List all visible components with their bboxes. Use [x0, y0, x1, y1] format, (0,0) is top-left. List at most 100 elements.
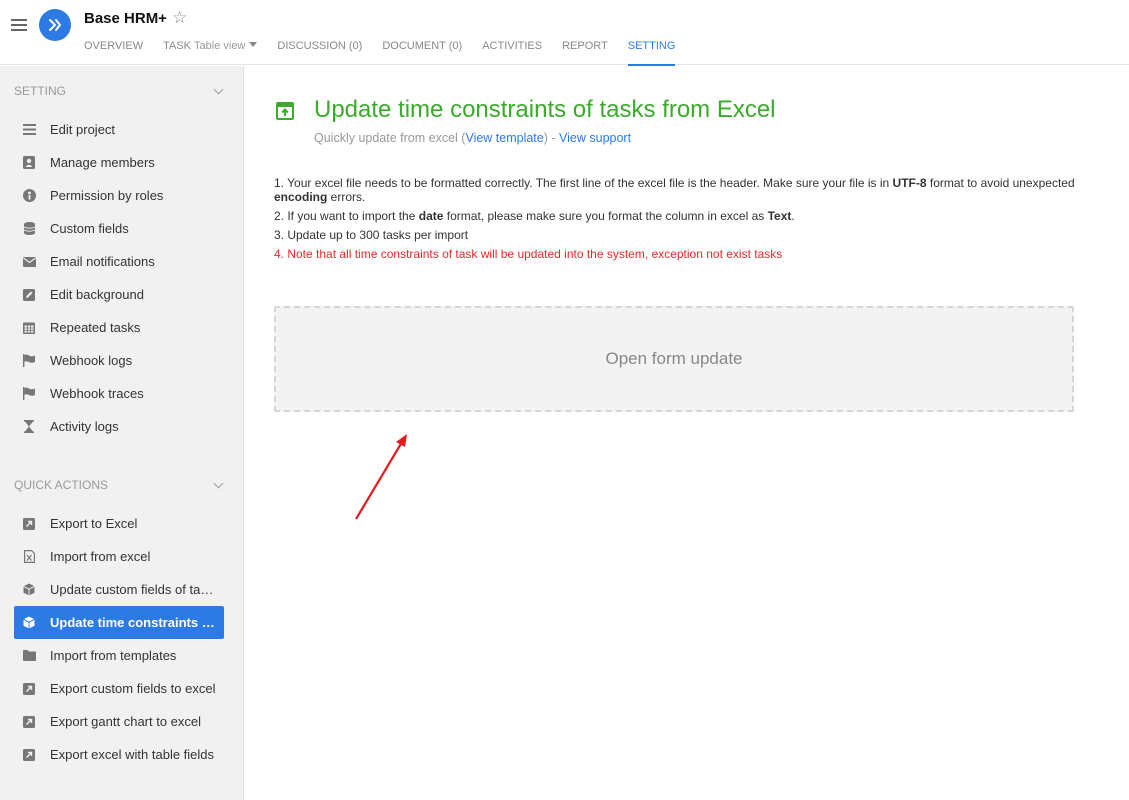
- tab-document[interactable]: DOCUMENT (0): [382, 40, 462, 65]
- page-title: Update time constraints of tasks from Ex…: [314, 96, 776, 123]
- sidebar-item-export-excel[interactable]: Export to Excel: [14, 507, 224, 540]
- external-link-icon: [22, 748, 36, 762]
- note-text: .: [791, 209, 795, 223]
- open-form-update-button[interactable]: Open form update: [274, 306, 1074, 412]
- edit-icon: [22, 288, 36, 302]
- note-2: 2. If you want to import the date format…: [274, 209, 1094, 223]
- menu-icon[interactable]: [11, 19, 27, 33]
- sidebar-item-label: Edit project: [50, 122, 116, 137]
- sidebar-item-webhook-logs[interactable]: Webhook logs: [14, 344, 224, 377]
- sidebar-item-repeated-tasks[interactable]: Repeated tasks: [14, 311, 224, 344]
- sidebar: SETTING Edit project Manage members Perm…: [0, 66, 244, 800]
- tab-label: REPORT: [562, 40, 608, 52]
- members-icon: [22, 156, 36, 170]
- note-bold: encoding: [274, 190, 328, 204]
- sidebar-item-label: Activity logs: [50, 419, 119, 434]
- sidebar-item-webhook-traces[interactable]: Webhook traces: [14, 377, 224, 410]
- note-bold: Text: [767, 209, 792, 223]
- setting-menu: Edit project Manage members Permission b…: [14, 113, 224, 443]
- excel-file-icon: [22, 550, 36, 564]
- section-title: SETTING: [14, 84, 67, 98]
- sidebar-item-label: Export custom fields to excel: [50, 681, 216, 696]
- main-content: Update time constraints of tasks from Ex…: [244, 66, 1129, 800]
- folder-icon: [22, 649, 36, 663]
- sidebar-item-export-gantt[interactable]: Export gantt chart to excel: [14, 705, 224, 738]
- sidebar-item-edit-project[interactable]: Edit project: [14, 113, 224, 146]
- external-link-icon: [22, 715, 36, 729]
- note-bold: UTF-8: [892, 176, 927, 190]
- caret-down-icon[interactable]: [249, 42, 258, 47]
- subtitle-text: Quickly update from excel (: [314, 131, 466, 145]
- subtitle-text: ) -: [543, 131, 560, 145]
- quick-actions-header[interactable]: QUICK ACTIONS: [14, 478, 226, 492]
- calendar-icon: [22, 321, 36, 335]
- sidebar-item-label: Export gantt chart to excel: [50, 714, 202, 729]
- hourglass-icon: [22, 420, 36, 434]
- sidebar-item-manage-members[interactable]: Manage members: [14, 146, 224, 179]
- page-subtitle: Quickly update from excel (View template…: [314, 131, 631, 145]
- sidebar-item-label: Export excel with table fields: [50, 747, 215, 762]
- tab-discussion[interactable]: DISCUSSION (0): [277, 40, 362, 65]
- note-4-warning: 4. Note that all time constraints of tas…: [274, 247, 783, 261]
- view-template-link[interactable]: View template: [465, 131, 543, 145]
- project-tabs: OVERVIEW TASK Table view DISCUSSION (0) D…: [84, 40, 695, 66]
- task-view-label: Table view: [194, 40, 246, 52]
- tab-setting[interactable]: SETTING: [627, 40, 676, 66]
- cube-icon: [22, 583, 36, 597]
- import-notes: 1. Your excel file needs to be formatted…: [274, 176, 1094, 266]
- sidebar-item-custom-fields[interactable]: Custom fields: [14, 212, 224, 245]
- sidebar-item-update-custom-fields[interactable]: Update custom fields of tasks: [14, 573, 224, 606]
- sidebar-item-label: Webhook logs: [50, 353, 133, 368]
- sidebar-item-label: Update time constraints of tasks: [50, 615, 218, 630]
- chevron-down-icon: [213, 84, 224, 94]
- sidebar-item-import-templates[interactable]: Import from templates: [14, 639, 224, 672]
- star-icon[interactable]: ☆: [172, 8, 187, 28]
- sidebar-item-import-excel[interactable]: Import from excel: [14, 540, 224, 573]
- quick-actions-menu: Export to Excel Import from excel Update…: [14, 507, 224, 771]
- permission-icon: [22, 189, 36, 203]
- tab-label: DOCUMENT (0): [382, 40, 463, 52]
- sidebar-item-permission[interactable]: Permission by roles: [14, 179, 224, 212]
- sidebar-item-label: Custom fields: [50, 221, 129, 236]
- setting-section-header[interactable]: SETTING: [14, 84, 226, 98]
- note-1: 1. Your excel file needs to be formatted…: [274, 176, 1094, 204]
- tab-label: TASK: [163, 40, 192, 52]
- top-header: Base HRM+ ☆ OVERVIEW TASK Table view DISC…: [0, 0, 1129, 66]
- tab-label: DISCUSSION (0): [277, 40, 363, 52]
- database-icon: [22, 222, 36, 236]
- tab-overview[interactable]: OVERVIEW: [84, 40, 143, 65]
- sidebar-item-export-table-fields[interactable]: Export excel with table fields: [14, 738, 224, 771]
- sidebar-item-email-notifications[interactable]: Email notifications: [14, 245, 224, 278]
- annotation-arrow-icon: [355, 434, 407, 520]
- flag-icon: [22, 387, 36, 401]
- note-text: 2. If you want to import the: [274, 209, 419, 223]
- section-title: QUICK ACTIONS: [14, 478, 109, 492]
- sidebar-item-update-time-constraints[interactable]: Update time constraints of tasks: [14, 606, 224, 639]
- sidebar-item-activity-logs[interactable]: Activity logs: [14, 410, 224, 443]
- project-title: Base HRM+: [84, 10, 167, 27]
- list-icon: [22, 123, 36, 137]
- tab-activities[interactable]: ACTIVITIES: [482, 40, 542, 65]
- sidebar-item-label: Repeated tasks: [50, 320, 141, 335]
- note-3: 3. Update up to 300 tasks per import: [274, 228, 469, 242]
- external-link-icon: [22, 517, 36, 531]
- view-support-link[interactable]: View support: [559, 131, 631, 145]
- tab-report[interactable]: REPORT: [562, 40, 608, 65]
- sidebar-item-label: Update custom fields of tasks: [50, 582, 218, 597]
- cube-icon: [22, 616, 36, 630]
- external-link-icon: [22, 682, 36, 696]
- tab-label: SETTING: [627, 40, 676, 52]
- sidebar-item-label: Import from excel: [50, 549, 151, 564]
- tab-label: OVERVIEW: [84, 40, 144, 52]
- tab-label: ACTIVITIES: [482, 40, 543, 52]
- flag-icon: [22, 354, 36, 368]
- envelope-icon: [22, 255, 36, 269]
- note-text: format to avoid unexpected: [926, 176, 1075, 190]
- sidebar-item-label: Permission by roles: [50, 188, 164, 203]
- sidebar-item-edit-background[interactable]: Edit background: [14, 278, 224, 311]
- sidebar-item-label: Edit background: [50, 287, 144, 302]
- tab-task[interactable]: TASK Table view: [163, 40, 258, 65]
- sidebar-item-export-custom-fields[interactable]: Export custom fields to excel: [14, 672, 224, 705]
- note-text: 1. Your excel file needs to be formatted…: [274, 176, 893, 190]
- sidebar-item-label: Webhook traces: [50, 386, 144, 401]
